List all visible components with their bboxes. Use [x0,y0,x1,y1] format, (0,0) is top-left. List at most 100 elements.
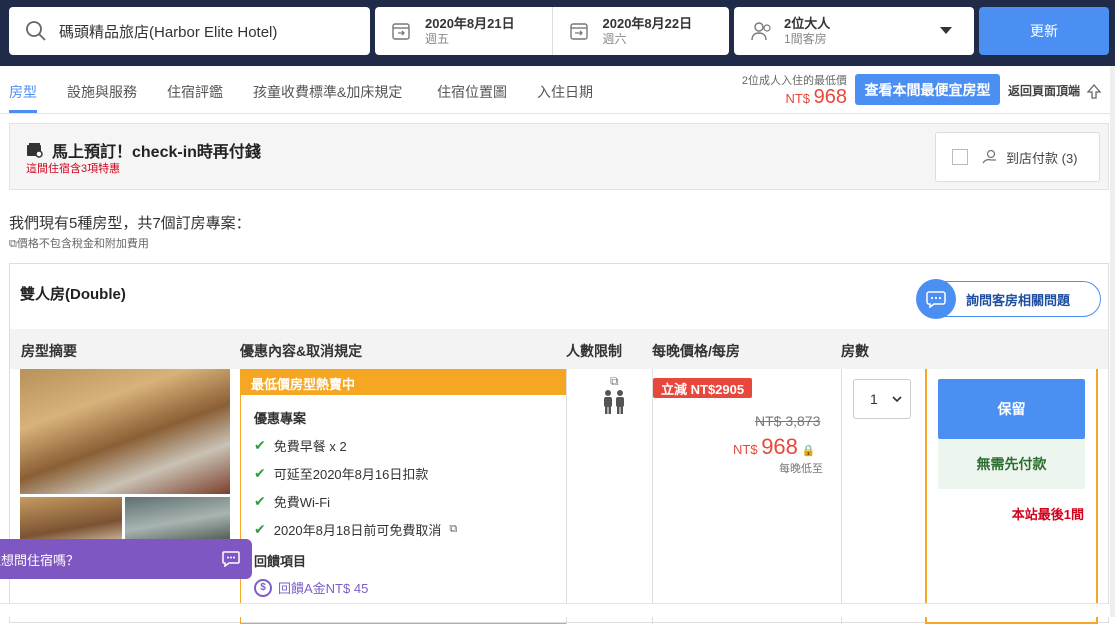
perk-text: 2020年8月18日前可免費取消 [273,523,442,538]
room-photo-main[interactable] [20,369,230,494]
column-divider [652,369,653,624]
pay-at-store-filter[interactable]: 到店付款 (3) [935,132,1100,182]
perk-text: 免費早餐 x 2 [273,439,347,454]
tab-child-policy[interactable]: 孩童收費標準&加床規定 [253,82,402,102]
price-currency: NT$ [733,442,758,457]
view-cheapest-button[interactable]: 查看本間最便宜房型 [855,74,1000,105]
promo-subtitle: 這間住宿含3項特惠 [26,163,121,175]
refund-item[interactable]: $ 回饋A金NT$ 45 [254,578,566,597]
adults-text: 2位大人 [784,15,831,31]
refund-section-title: 回饋項目 [254,554,307,569]
chevron-down-icon [892,396,902,403]
guests-icon [751,22,771,41]
room-table-header: 房型摘要 優惠內容&取消規定 人數限制 每晚價格/每房 房數 [10,329,1108,369]
active-tab-underline [9,110,37,113]
lock-icon: 🔒 [801,445,816,457]
two-people-icon [604,390,624,414]
search-icon [26,21,46,41]
price-note-text: 價格不包含稅金和附加費用 [16,238,149,250]
offer-panel: 最低價房型熱賣中 優惠專案 ✔ 免費早餐 x 2 ✔ 可延至2020年8月16日扣款… [240,369,567,624]
chat-widget-text: 還想問住宿嗎？ [0,552,80,568]
hotel-search-input[interactable]: 碼頭精品旅店(Harbor Elite Hotel) [9,7,370,55]
back-to-top-label: 返回頁面頂端 [1008,84,1081,98]
perk-item: ✔ 免費Wi-Fi [254,492,566,511]
ask-room-question-label: 詢問客房相關問題 [966,292,1071,308]
check-icon: ✔ [254,437,266,453]
reserve-button[interactable]: 保留 [938,379,1085,439]
copy-icon: ⧉ [610,374,619,388]
tab-room-types[interactable]: 房型 [9,82,37,102]
update-button[interactable]: 更新 [979,7,1109,55]
checkout-day-text: 週六 [602,31,627,46]
check-icon: ✔ [254,493,266,509]
rooms-text: 1間客房 [784,31,827,46]
perk-text: 免費Wi-Fi [273,495,331,510]
chat-bubble-icon [916,279,956,319]
refund-text: 回饋A金NT$ 45 [278,581,369,596]
room-title: 雙人房(Double) [20,286,126,303]
guest-selector[interactable]: 2位大人 1間客房 [734,7,974,55]
promo-title-text: 馬上預訂！check-in時再付錢 [52,144,261,161]
price-note: ⧉價格不包含稅金和附加費用 [9,235,149,251]
pay-at-hotel-banner: 馬上預訂！check-in時再付錢 這間住宿含3項特惠 到店付款 (3) [9,123,1109,190]
ask-room-question-button[interactable]: 詢問客房相關問題 [916,279,1101,319]
copy-icon: ⧉ [9,238,17,250]
current-price: NT$ 968 🔒 [733,434,815,460]
pay-at-store-label: 到店付款 (3) [1006,150,1078,166]
tab-checkin-date[interactable]: 入住日期 [537,82,593,102]
price-value: 968 [761,434,798,459]
room-count-summary: 我們現有5種房型，共7個訂房專案： [9,215,251,232]
tab-reviews[interactable]: 住宿評鑑 [167,82,223,102]
chat-icon [222,551,240,567]
lowest-price: NT$ 968 [785,86,847,109]
perk-item[interactable]: ✔ 2020年8月18日前可免費取消 ⧉ [254,520,566,539]
lowest-price-value: 968 [813,86,847,108]
no-prepayment-badge: 無需先付款 [938,439,1085,489]
bottom-edge [0,603,1115,617]
occupancy-limit: ⧉ [602,374,626,420]
tab-facilities[interactable]: 設施與服務 [67,82,137,102]
booking-panel: 保留 無需先付款 本站最後1間 [925,369,1098,624]
check-icon: ✔ [254,465,266,481]
checkin-date-text: 2020年8月21日 [425,15,515,31]
arrow-up-icon [1086,83,1102,99]
checkin-day-text: 週五 [425,31,450,46]
header-room-summary: 房型摘要 [21,343,77,359]
back-to-top-link[interactable]: 返回頁面頂端 [1008,82,1102,99]
checkin-date[interactable]: 2020年8月21日 週五 [375,7,552,55]
hotel-name: 碼頭精品旅店(Harbor Elite Hotel) [59,23,278,41]
chat-widget[interactable]: 還想問住宿嗎？ [0,539,252,579]
header-rooms: 房數 [841,343,869,359]
room-quantity-select[interactable]: 1 [853,379,911,419]
room-photos[interactable] [20,369,230,547]
offer-head: 最低價房型熱賣中 [241,369,566,395]
perk-text: 可延至2020年8月16日扣款 [273,467,429,482]
original-price: NT$ 3,873 [755,413,821,429]
check-icon: ✔ [254,521,266,537]
column-divider [841,369,842,624]
checkout-date[interactable]: 2020年8月22日 週六 [551,7,730,55]
room-quantity-value: 1 [870,391,878,407]
tab-location[interactable]: 住宿位置圖 [437,82,507,102]
pay-at-store-checkbox[interactable] [952,149,968,165]
price-note-lowest: 每晚低至 [779,463,823,475]
scrollbar[interactable] [1110,66,1115,617]
perk-item: ✔ 可延至2020年8月16日扣款 [254,464,566,483]
wallet-icon [27,143,43,158]
lowest-price-currency: NT$ [785,91,810,106]
coin-icon: $ [254,578,272,597]
header-offer: 優惠內容&取消規定 [240,343,363,359]
checkout-date-text: 2020年8月22日 [602,15,693,31]
promo-title: 馬上預訂！check-in時再付錢 [26,138,261,162]
copy-icon: ⧉ [449,523,458,535]
offer-section-title: 優惠專案 [254,411,307,426]
date-picker[interactable]: 2020年8月21日 週五 2020年8月22日 週六 [375,7,729,55]
hand-coin-icon [982,149,996,164]
column-divider [566,369,567,624]
header-price: 每晚價格/每房 [652,343,740,359]
calendar-in-icon [392,23,410,40]
calendar-out-icon [569,23,588,40]
discount-badge: 立減 NT$2905 [653,378,753,398]
chevron-down-icon [940,27,952,34]
header-occupancy: 人數限制 [566,343,622,359]
